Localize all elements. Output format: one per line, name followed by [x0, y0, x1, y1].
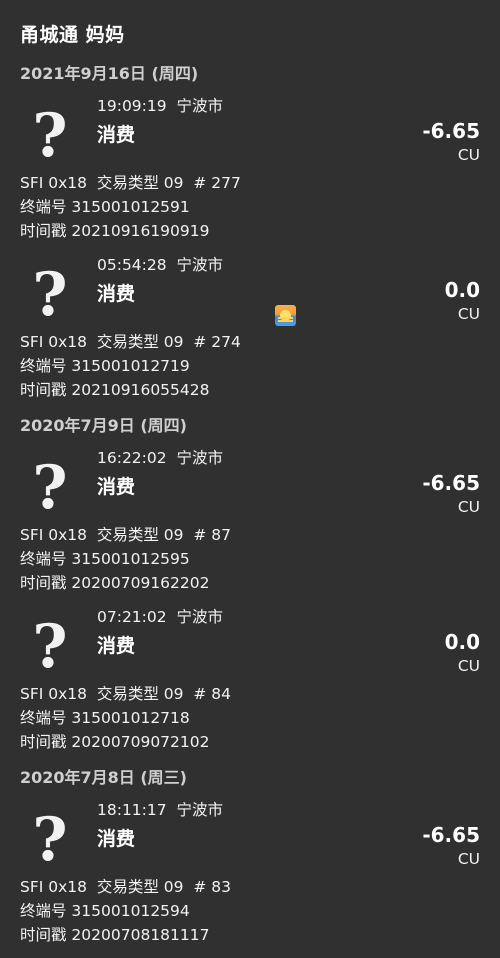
transaction-type: 消费	[97, 124, 136, 146]
transaction-terminal: 终端号 315001012719	[20, 357, 190, 375]
transaction-amount: -6.65	[422, 823, 480, 847]
transaction-terminal: 终端号 315001012594	[20, 902, 190, 920]
transaction-type: 消费	[97, 283, 136, 305]
transaction-terminal: 终端号 315001012595	[20, 550, 190, 568]
transaction-amount: -6.65	[422, 471, 480, 495]
transaction-amount: -6.65	[422, 119, 480, 143]
transaction-terminal: 终端号 315001012591	[20, 198, 190, 216]
sunrise-icon	[275, 305, 296, 326]
transaction-unit: CU	[457, 657, 480, 675]
transaction-type: 消费	[97, 635, 136, 657]
transaction-time-location: 18:11:17 宁波市	[97, 801, 223, 819]
transaction-type: 消费	[97, 476, 136, 498]
transaction-time-location: 16:22:02 宁波市	[97, 449, 223, 467]
date-header: 2020年7月8日 (周三)	[20, 768, 187, 787]
transaction-sfi: SFI 0x18 交易类型 09 # 274	[20, 333, 241, 351]
transaction-sfi: SFI 0x18 交易类型 09 # 277	[20, 174, 241, 192]
app-screen: 甬城通 妈妈 2021年9月16日 (周四) ? 19:09:19 宁波市 消费…	[0, 0, 500, 949]
transaction-amount: 0.0	[444, 278, 480, 302]
transaction-item[interactable]: ? 16:22:02 宁波市 消费 -6.65 CU SFI 0x18 交易类型…	[0, 446, 500, 606]
transaction-unit: CU	[457, 305, 480, 323]
transaction-timestamp: 时间戳 20210916190919	[20, 222, 210, 240]
question-mark-icon: ?	[32, 101, 68, 171]
transaction-unit: CU	[457, 498, 480, 516]
transaction-timestamp: 时间戳 20200709072102	[20, 733, 210, 751]
page-title: 甬城通 妈妈	[20, 24, 125, 46]
transaction-sfi: SFI 0x18 交易类型 09 # 83	[20, 878, 232, 896]
transaction-timestamp: 时间戳 20210916055428	[20, 381, 210, 399]
transaction-item[interactable]: ? 07:21:02 宁波市 消费 0.0 CU SFI 0x18 交易类型 0…	[0, 605, 500, 765]
transaction-type: 消费	[97, 828, 136, 850]
transaction-sfi: SFI 0x18 交易类型 09 # 87	[20, 526, 232, 544]
transaction-time-location: 19:09:19 宁波市	[97, 97, 223, 115]
transaction-time-location: 07:21:02 宁波市	[97, 608, 223, 626]
transaction-amount: 0.0	[444, 630, 480, 654]
question-mark-icon: ?	[32, 612, 68, 682]
transaction-item[interactable]: ? 19:09:19 宁波市 消费 -6.65 CU SFI 0x18 交易类型…	[0, 94, 500, 254]
transaction-time-location: 05:54:28 宁波市	[97, 256, 223, 274]
date-header: 2020年7月9日 (周四)	[20, 416, 187, 435]
transaction-timestamp: 时间戳 20200709162202	[20, 574, 210, 592]
transaction-terminal: 终端号 315001012718	[20, 709, 190, 727]
transaction-unit: CU	[457, 850, 480, 868]
question-mark-icon: ?	[32, 805, 68, 875]
transaction-timestamp: 时间戳 20200708181117	[20, 926, 210, 944]
transaction-sfi: SFI 0x18 交易类型 09 # 84	[20, 685, 232, 703]
question-mark-icon: ?	[32, 260, 68, 330]
transaction-item[interactable]: ? 05:54:28 宁波市 消费 0.0 CU SFI 0x18 交易类型 0…	[0, 253, 500, 413]
date-header: 2021年9月16日 (周四)	[20, 64, 199, 83]
question-mark-icon: ?	[32, 453, 68, 523]
transaction-unit: CU	[457, 146, 480, 164]
transaction-item[interactable]: ? 18:11:17 宁波市 消费 -6.65 CU SFI 0x18 交易类型…	[0, 798, 500, 958]
